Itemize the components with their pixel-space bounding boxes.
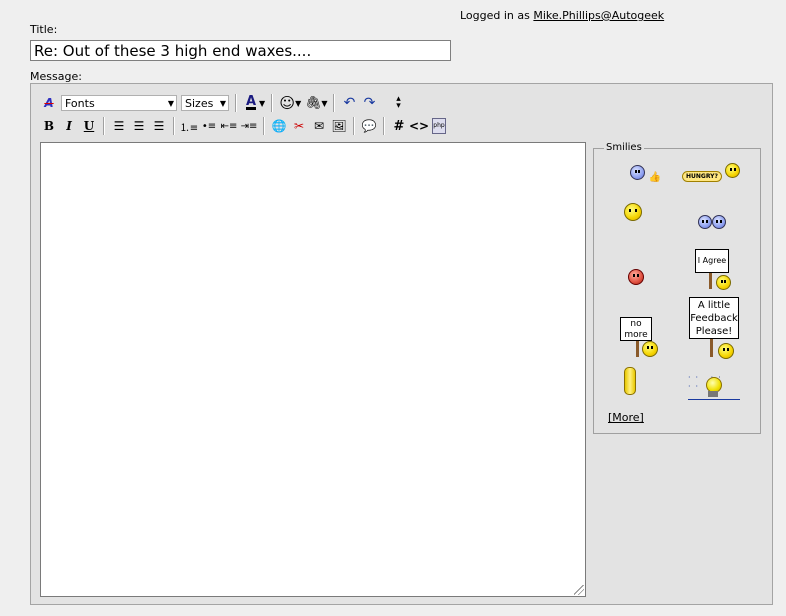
toolbar-separator xyxy=(383,117,385,135)
toolbar-separator xyxy=(271,94,274,112)
chevron-down-icon: ▼ xyxy=(219,99,226,108)
italic-icon: I xyxy=(66,119,72,133)
toolbar-row-2: B I U ☰ ☰ ☰ ⒈≡ •≡ ⇤≡ ⇥≡ 🌐 ✂ ✉ 🖼 💬 # <> p… xyxy=(39,115,449,137)
undo-button[interactable]: ↶ xyxy=(339,93,359,113)
toolbar-separator xyxy=(235,94,237,112)
unordered-list-icon: •≡ xyxy=(201,120,217,132)
message-label: Message: xyxy=(30,70,82,83)
indent-icon: ⇥≡ xyxy=(240,120,258,132)
wrap-html-button[interactable]: <> xyxy=(409,116,429,136)
insert-link-button[interactable]: 🌐 xyxy=(269,116,289,136)
smiley-icon: ☺ xyxy=(279,94,295,112)
dancing-smilie-icon[interactable] xyxy=(624,203,642,224)
banana-smilie-icon[interactable] xyxy=(624,367,636,398)
toolbar-separator xyxy=(353,117,355,135)
quote-button[interactable]: 💬 xyxy=(359,116,379,136)
redo-icon: ↷ xyxy=(363,95,376,111)
i-agree-sign-icon[interactable]: I Agree xyxy=(694,245,738,291)
lightbulb-idea-icon[interactable]: ·· ·· ·· xyxy=(688,371,740,401)
no-more-sign-icon[interactable]: no more xyxy=(620,313,664,359)
message-textarea[interactable] xyxy=(40,142,586,597)
chevron-down-icon: ▼ xyxy=(167,99,174,108)
toolbar-separator xyxy=(173,117,175,135)
font-color-icon: A xyxy=(245,94,257,110)
outdent-button[interactable]: ⇤≡ xyxy=(219,116,239,136)
feedback-sign-icon[interactable]: A little Feedback Please! xyxy=(688,297,744,361)
resize-editor-button[interactable]: ▴ ▾ xyxy=(388,93,408,113)
unordered-list-button[interactable]: •≡ xyxy=(199,116,219,136)
title-label: Title: xyxy=(30,23,58,36)
toolbar-separator xyxy=(103,117,105,135)
code-icon: <> xyxy=(408,119,430,133)
remove-link-button[interactable]: ✂ xyxy=(289,116,309,136)
align-left-icon: ☰ xyxy=(113,119,125,133)
font-color-button[interactable]: A xyxy=(241,93,261,113)
wrap-php-button[interactable]: php xyxy=(429,116,449,136)
resize-arrows-icon: ▴ ▾ xyxy=(396,94,401,111)
align-center-icon: ☰ xyxy=(133,119,145,133)
unlink-icon: ✂ xyxy=(293,119,305,133)
toolbar-separator xyxy=(333,94,336,112)
paperclip-icon: 🖇 xyxy=(305,95,322,111)
thumbs-up-smilie-icon[interactable]: 👍 xyxy=(630,165,661,183)
agree-sign-text: I Agree xyxy=(695,249,729,273)
message-editor: A Fonts ▼ Sizes ▼ A ▼ ☺ ▼ 🖇 ▼ ↶ ↷ ▴ ▾ B … xyxy=(30,83,773,605)
remove-format-button[interactable]: A xyxy=(39,93,59,113)
image-icon: 🖼 xyxy=(331,119,347,133)
quote-icon: 💬 xyxy=(361,119,377,133)
align-center-button[interactable]: ☰ xyxy=(129,116,149,136)
redo-button[interactable]: ↷ xyxy=(359,93,379,113)
underline-button[interactable]: U xyxy=(79,116,99,136)
align-right-button[interactable]: ☰ xyxy=(149,116,169,136)
no-more-sign-text: no more xyxy=(620,317,652,341)
size-select[interactable]: Sizes ▼ xyxy=(181,95,229,111)
feedback-sign-text: A little Feedback Please! xyxy=(689,297,739,339)
insert-image-button[interactable]: 🖼 xyxy=(329,116,349,136)
bold-icon: B xyxy=(43,119,55,133)
resize-grip-icon[interactable] xyxy=(574,585,584,595)
hungry-text: HUNGRY? xyxy=(682,171,722,182)
align-left-button[interactable]: ☰ xyxy=(109,116,129,136)
toolbar-separator xyxy=(263,117,265,135)
wrap-code-button[interactable]: # xyxy=(389,116,409,136)
login-status: Logged in as Mike.Phillips@Autogeek xyxy=(460,9,664,22)
username-link[interactable]: Mike.Phillips@Autogeek xyxy=(533,9,664,22)
ordered-list-icon: ⒈≡ xyxy=(179,122,199,134)
italic-button[interactable]: I xyxy=(59,116,79,136)
angry-smilie-icon[interactable] xyxy=(628,269,644,288)
double-thumbs-up-smilie-icon[interactable] xyxy=(698,215,726,232)
align-right-icon: ☰ xyxy=(153,119,165,133)
hungry-smilie-icon[interactable]: HUNGRY? xyxy=(682,163,741,182)
bold-button[interactable]: B xyxy=(39,116,59,136)
font-select-value: Fonts xyxy=(65,97,95,110)
remove-format-icon: A xyxy=(44,96,54,110)
hash-icon: # xyxy=(393,118,405,134)
ordered-list-button[interactable]: ⒈≡ xyxy=(179,116,199,136)
size-select-value: Sizes xyxy=(185,97,214,110)
outdent-icon: ⇤≡ xyxy=(220,120,238,132)
more-smilies-link[interactable]: [More] xyxy=(608,411,644,424)
smilies-panel: Smilies 👍 HUNGRY? I Agree no more A litt… xyxy=(593,142,761,434)
smilies-legend: Smilies xyxy=(604,142,644,153)
attach-button[interactable]: 🖇 xyxy=(303,93,323,113)
title-input[interactable] xyxy=(30,40,451,61)
globe-link-icon: 🌐 xyxy=(271,119,287,133)
toolbar-row-1: A Fonts ▼ Sizes ▼ A ▼ ☺ ▼ 🖇 ▼ ↶ ↷ ▴ ▾ xyxy=(39,92,408,114)
logged-in-label: Logged in as xyxy=(460,9,530,22)
undo-icon: ↶ xyxy=(343,95,356,111)
email-icon: ✉ xyxy=(313,119,325,133)
insert-smilie-button[interactable]: ☺ xyxy=(277,93,297,113)
insert-email-button[interactable]: ✉ xyxy=(309,116,329,136)
indent-button[interactable]: ⇥≡ xyxy=(239,116,259,136)
underline-icon: U xyxy=(83,119,95,133)
php-icon: php xyxy=(432,118,446,134)
font-select[interactable]: Fonts ▼ xyxy=(61,95,177,111)
